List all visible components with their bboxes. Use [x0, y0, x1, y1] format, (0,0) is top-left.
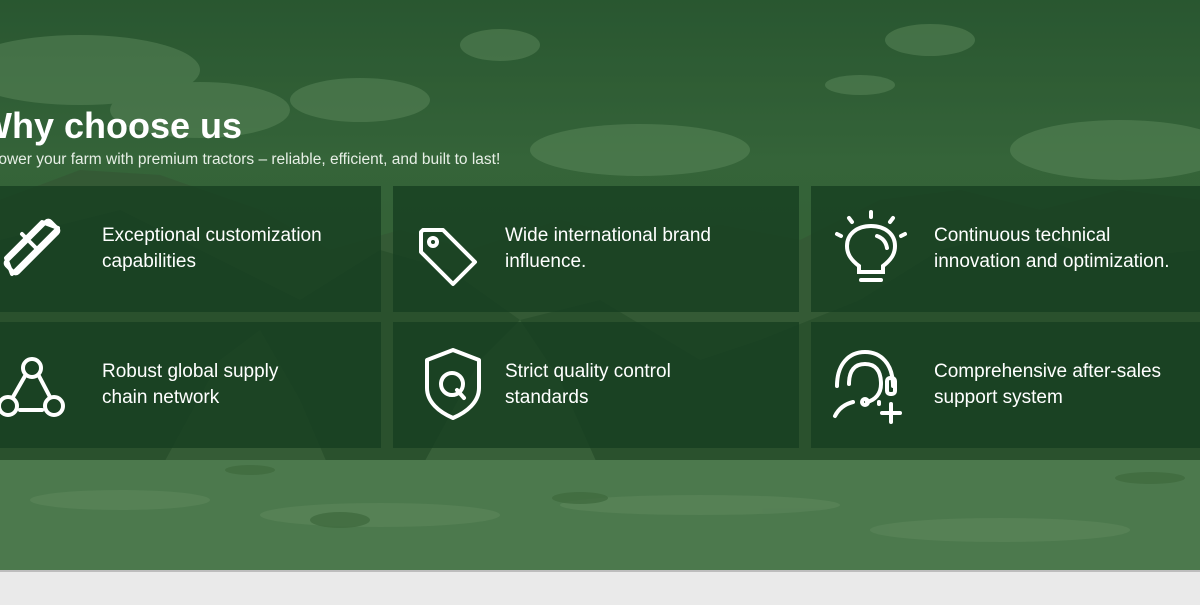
- feature-card-after-sales: Comprehensive after-sales support system: [811, 322, 1200, 448]
- footer-strip: [0, 570, 1200, 605]
- feature-label: Wide international brand influence.: [505, 225, 711, 272]
- feature-card-brand-influence: Wide international brand influence.: [393, 186, 799, 312]
- section-subtitle: Power your farm with premium tractors – …: [0, 151, 501, 168]
- lightbulb-icon: [831, 208, 911, 288]
- feature-label: Comprehensive after-sales support system: [934, 361, 1162, 408]
- network-icon: [0, 344, 74, 424]
- price-tag-icon: [407, 208, 487, 288]
- feature-label: Robust global supply chain network: [102, 361, 279, 408]
- feature-card-quality-control: Strict quality control standards: [393, 322, 799, 448]
- feature-label: Exceptional customization capabilities: [102, 225, 322, 272]
- feature-card-customization: Exceptional customization capabilities: [0, 186, 381, 312]
- feature-label: Strict quality control standards: [505, 361, 671, 408]
- shield-q-icon: [413, 344, 493, 424]
- feature-card-innovation: Continuous technical innovation and opti…: [811, 186, 1200, 312]
- feature-card-supply-chain: Robust global supply chain network: [0, 322, 381, 448]
- customer-support-icon: [825, 344, 905, 424]
- hero-section: Why choose us Power your farm with premi…: [0, 0, 1200, 570]
- section-title: Why choose us: [0, 105, 243, 146]
- feature-label: Continuous technical innovation and opti…: [934, 225, 1170, 272]
- tools-icon: [0, 208, 74, 288]
